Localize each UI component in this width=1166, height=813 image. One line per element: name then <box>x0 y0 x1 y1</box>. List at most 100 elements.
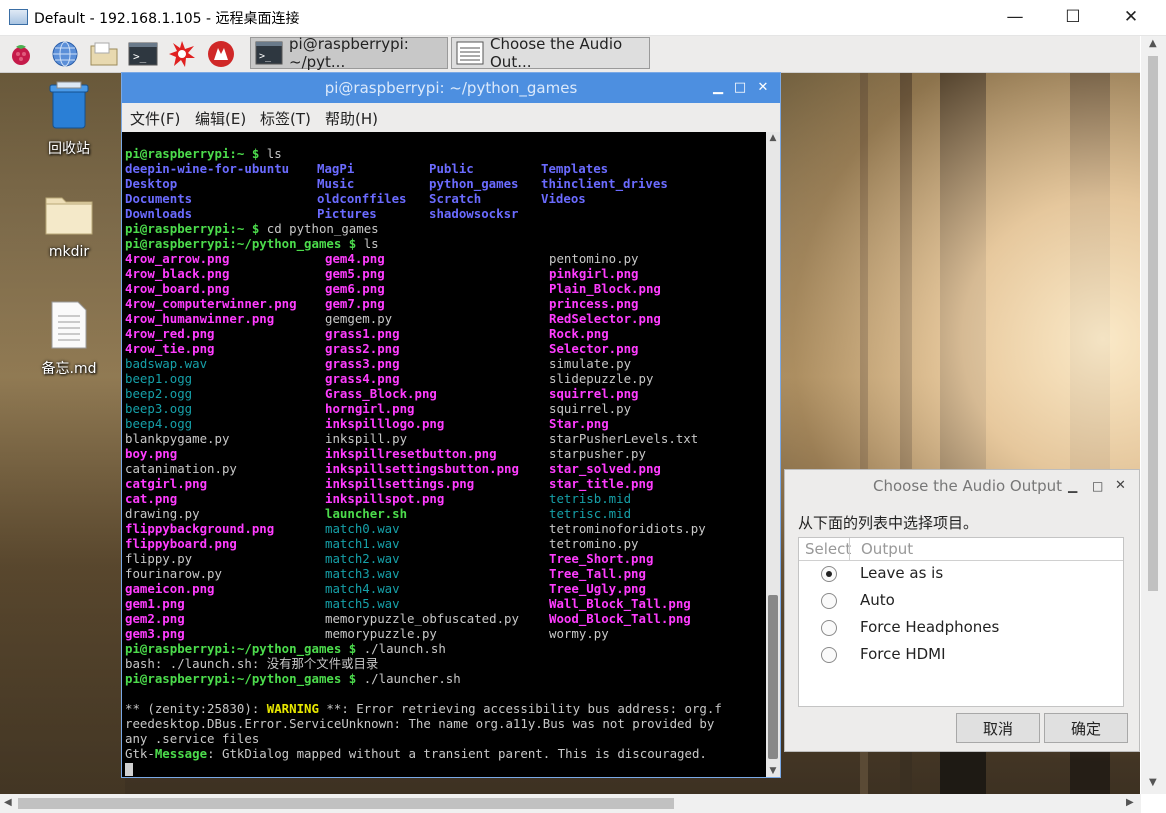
desktop-icon-mkdir[interactable]: mkdir <box>24 192 114 260</box>
listing-entry: match4.wav <box>325 581 400 596</box>
terminal-scrollbar[interactable]: ▲ ▼ <box>766 132 780 777</box>
listing-entry: Desktop <box>125 176 178 191</box>
listing-entry: pinkgirl.png <box>549 266 639 281</box>
trash-icon <box>49 81 89 129</box>
terminal-line: gem2.png memorypuzzle_obfuscated.py Wood_B… <box>125 611 765 626</box>
listing-entry: beep2.ogg <box>125 386 193 401</box>
desktop-icon-memo[interactable]: 备忘.md <box>24 300 114 378</box>
listing-entry: tetromino.py <box>549 536 639 551</box>
listing-entry: gem7.png <box>325 296 385 311</box>
list-window-icon <box>456 41 484 65</box>
scroll-up-icon[interactable]: ▲ <box>1149 38 1157 49</box>
listing-entry: inkspillsettingsbutton.png <box>325 461 519 476</box>
scroll-up-arrow-icon[interactable]: ▲ <box>766 132 780 144</box>
terminal-line: beep3.ogg horngirl.png squirrel.py <box>125 401 765 416</box>
host-vertical-scrollbar[interactable]: ▲ ▼ <box>1141 36 1166 794</box>
menu-file[interactable]: 文件(F) <box>130 108 180 129</box>
terminal-maximize-button[interactable]: □ <box>729 73 751 103</box>
desktop-icon-trash[interactable]: 回收站 <box>24 80 114 158</box>
listing-entry: Public <box>429 161 474 176</box>
close-button[interactable]: ✕ <box>1108 0 1154 35</box>
listing-entry: launcher.sh <box>325 506 408 521</box>
terminal-launcher-icon[interactable]: >_ <box>128 39 158 69</box>
terminal-line: gameicon.png match4.wav Tree_Ugly.png <box>125 581 765 596</box>
column-header-select[interactable]: Select <box>805 540 851 558</box>
option-label[interactable]: Leave as is <box>860 564 943 582</box>
option-label[interactable]: Force Headphones <box>860 618 999 636</box>
listing-entry: gem2.png <box>125 611 185 626</box>
listing-entry: gem6.png <box>325 281 385 296</box>
minimize-button[interactable]: — <box>992 0 1038 35</box>
listing-entry: Tree_Tall.png <box>549 566 646 581</box>
dialog-minimize-button[interactable]: ▁ <box>1068 470 1077 502</box>
host-vertical-scrollbar-thumb[interactable] <box>1148 56 1158 591</box>
terminal-line: beep4.ogg inkspilllogo.png Star.png <box>125 416 765 431</box>
terminal-window[interactable]: pi@raspberrypi: ~/python_games ▁ □ ✕ 文件(… <box>121 72 781 778</box>
listing-entry: cat.png <box>125 491 178 506</box>
listing-entry: horngirl.png <box>325 401 415 416</box>
terminal-close-button[interactable]: ✕ <box>752 73 774 103</box>
host-horizontal-scrollbar-thumb[interactable] <box>18 798 674 809</box>
option-label[interactable]: Force HDMI <box>860 645 946 663</box>
scroll-down-arrow-icon[interactable]: ▼ <box>766 765 780 777</box>
terminal-minimize-button[interactable]: ▁ <box>707 73 729 103</box>
maximize-button[interactable]: ☐ <box>1050 0 1096 35</box>
taskbar-item-terminal[interactable]: >_ pi@raspberrypi: ~/pyt... <box>250 35 448 71</box>
file-manager-icon[interactable] <box>89 39 119 69</box>
column-header-output[interactable]: Output <box>861 540 913 558</box>
mathematica-icon[interactable] <box>206 39 236 69</box>
listing-entry: gameicon.png <box>125 581 215 596</box>
radio-button[interactable] <box>821 593 837 609</box>
radio-button[interactable] <box>821 620 837 636</box>
window-title: Default - 192.168.1.105 - 远程桌面连接 <box>34 11 300 27</box>
terminal-line: Desktop Music python_games thinclient_drive… <box>125 176 765 191</box>
dialog-maximize-button[interactable]: □ <box>1092 470 1103 502</box>
terminal-line: 4row_tie.png grass2.png Selector.png <box>125 341 765 356</box>
listing-entry: deepin-wine-for-ubuntu <box>125 161 290 176</box>
listing-entry: grass2.png <box>325 341 400 356</box>
listing-entry: inkspillspot.png <box>325 491 445 506</box>
cancel-button[interactable]: 取消 <box>956 713 1040 743</box>
host-horizontal-scrollbar[interactable]: ◀ ▶ <box>0 794 1141 813</box>
radio-button[interactable] <box>821 647 837 663</box>
taskbar-item-dialog[interactable]: Choose the Audio Out... <box>451 35 650 71</box>
listing-entry: 4row_board.png <box>125 281 230 296</box>
listing-entry: 4row_black.png <box>125 266 230 281</box>
ok-button[interactable]: 确定 <box>1044 713 1128 743</box>
terminal-line: reedesktop.DBus.Error.ServiceUnknown: Th… <box>125 716 715 731</box>
listing-entry: badswap.wav <box>125 356 208 371</box>
listing-entry: 4row_humanwinner.png <box>125 311 275 326</box>
terminal-line: 4row_board.png gem6.png Plain_Block.png <box>125 281 765 296</box>
taskbar-item-label: Choose the Audio Out... <box>490 35 623 71</box>
terminal-titlebar[interactable]: pi@raspberrypi: ~/python_games ▁ □ ✕ <box>122 73 780 103</box>
terminal-line: flippybackground.png match0.wav tetrominof… <box>125 521 765 536</box>
terminal-scrollbar-thumb[interactable] <box>768 595 778 759</box>
scroll-down-icon[interactable]: ▼ <box>1149 777 1157 788</box>
listing-entry: inkspilllogo.png <box>325 416 445 431</box>
wolfram-icon[interactable] <box>167 39 197 69</box>
listing-entry: Star.png <box>549 416 609 431</box>
option-label[interactable]: Auto <box>860 591 895 609</box>
terminal-cursor <box>125 763 133 776</box>
folder-icon <box>45 197 93 235</box>
menu-help[interactable]: 帮助(H) <box>325 108 378 129</box>
output-list[interactable]: Select Output Leave as is Auto Force Headp… <box>798 537 1124 707</box>
terminal-line: ** (zenity:25830): WARNING **: Error ret… <box>125 701 722 716</box>
web-browser-icon[interactable] <box>50 39 80 69</box>
listing-entry: 4row_red.png <box>125 326 215 341</box>
listing-entry: squirrel.py <box>549 401 632 416</box>
radio-button[interactable] <box>821 566 837 582</box>
raspberry-menu-icon[interactable] <box>6 39 36 69</box>
dialog-titlebar[interactable]: Choose the Audio Output ▁ □ ✕ <box>785 470 1139 500</box>
listing-entry: Plain_Block.png <box>549 281 661 296</box>
dialog-close-button[interactable]: ✕ <box>1115 470 1126 502</box>
listing-entry: Templates <box>541 161 609 176</box>
terminal-line: Gtk-Message: GtkDialog mapped without a … <box>125 746 707 761</box>
menu-tabs[interactable]: 标签(T) <box>260 108 311 129</box>
menu-edit[interactable]: 编辑(E) <box>195 108 246 129</box>
scroll-left-icon[interactable]: ◀ <box>4 797 12 808</box>
scroll-right-icon[interactable]: ▶ <box>1126 797 1134 808</box>
audio-output-dialog[interactable]: Choose the Audio Output ▁ □ ✕ 从下面的列表中选择项… <box>784 469 1140 752</box>
terminal-output[interactable]: pi@raspberrypi:~ $ ls deepin-wine-for-ub… <box>125 146 765 776</box>
